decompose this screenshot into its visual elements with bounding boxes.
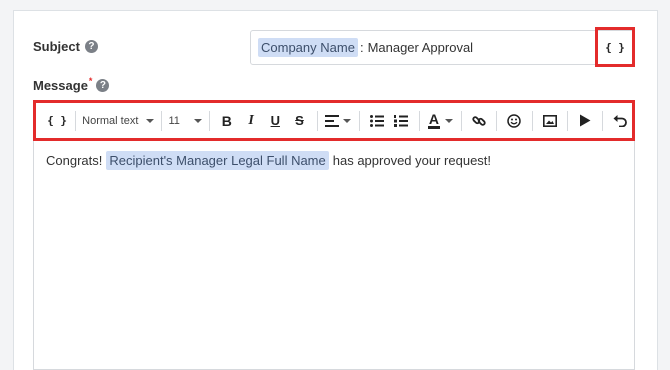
image-icon xyxy=(542,114,557,127)
subject-separator: : xyxy=(359,40,364,55)
toolbar-divider xyxy=(160,110,162,131)
toolbar-divider xyxy=(359,110,361,131)
bold-button[interactable]: B xyxy=(215,109,239,133)
italic-button[interactable]: I xyxy=(239,109,263,133)
font-color-icon: A xyxy=(427,110,440,129)
strikethrough-icon: S xyxy=(295,113,304,128)
toolbar-divider xyxy=(601,110,603,131)
message-label: Message xyxy=(33,78,88,93)
underline-button[interactable]: U xyxy=(263,109,287,133)
question-circle-icon[interactable]: ? xyxy=(96,79,110,92)
chevron-down-icon xyxy=(146,118,155,123)
numbered-list-button[interactable] xyxy=(389,109,413,133)
message-body[interactable]: Congrats! Recipient's Manager Legal Full… xyxy=(46,151,491,170)
emoji-button[interactable] xyxy=(502,109,526,133)
subject-token-company-name[interactable]: Company Name xyxy=(258,38,358,57)
text-style-value: Normal text xyxy=(82,114,139,127)
toolbar-divider xyxy=(566,110,568,131)
message-label-group: Message * ? xyxy=(33,75,110,93)
toolbar-divider xyxy=(496,110,498,131)
link-icon xyxy=(472,115,486,126)
italic-icon: I xyxy=(248,112,254,128)
undo-icon xyxy=(613,114,627,127)
play-icon xyxy=(579,114,591,127)
smiley-icon xyxy=(507,113,522,128)
font-size-dropdown[interactable]: 11 xyxy=(167,109,204,133)
font-color-dropdown[interactable]: A xyxy=(425,109,457,133)
font-color-letter: A xyxy=(428,110,439,127)
underline-icon: U xyxy=(270,113,280,128)
question-circle-icon[interactable]: ? xyxy=(84,40,98,53)
font-size-value: 11 xyxy=(168,114,180,127)
subject-text: Manager Approval xyxy=(367,40,474,55)
bullet-list-icon xyxy=(370,114,385,127)
insert-link-button[interactable] xyxy=(467,109,491,133)
chevron-down-icon xyxy=(444,118,453,123)
bold-icon: B xyxy=(221,112,232,129)
toolbar-divider xyxy=(418,110,420,131)
undo-button[interactable] xyxy=(608,109,632,133)
page-top-rule xyxy=(0,0,670,10)
toolbar-divider xyxy=(461,110,463,131)
subject-label: Subject xyxy=(33,39,80,54)
curly-braces-icon: { } xyxy=(47,114,67,127)
font-color-swatch xyxy=(427,125,440,129)
toolbar-divider xyxy=(316,110,318,131)
body-token-manager-name[interactable]: Recipient's Manager Legal Full Name xyxy=(106,151,329,170)
curly-braces-icon: { } xyxy=(605,40,625,54)
subject-label-group: Subject ? xyxy=(33,39,98,54)
text-style-dropdown[interactable]: Normal text xyxy=(81,109,156,133)
toolbar-divider xyxy=(75,110,77,131)
numbered-list-icon xyxy=(394,114,409,127)
align-dropdown[interactable] xyxy=(323,109,355,133)
insert-video-button[interactable] xyxy=(573,109,597,133)
chevron-down-icon xyxy=(343,118,352,123)
subject-input[interactable]: Company Name : Manager Approval xyxy=(250,30,634,65)
subject-insert-variable-button[interactable]: { } xyxy=(595,27,635,67)
chevron-down-icon xyxy=(193,118,202,123)
required-mark: * xyxy=(88,75,93,86)
toolbar-divider xyxy=(208,110,210,131)
editor-toolbar: { } Normal text 11 B I U S A xyxy=(33,100,635,141)
body-prefix: Congrats! xyxy=(46,153,103,168)
toolbar-divider xyxy=(531,110,533,131)
bullet-list-button[interactable] xyxy=(365,109,389,133)
strikethrough-button[interactable]: S xyxy=(287,109,311,133)
body-suffix: has approved your request! xyxy=(332,153,492,168)
insert-image-button[interactable] xyxy=(537,109,561,133)
align-left-icon xyxy=(325,114,340,127)
insert-variable-button[interactable]: { } xyxy=(44,109,70,133)
